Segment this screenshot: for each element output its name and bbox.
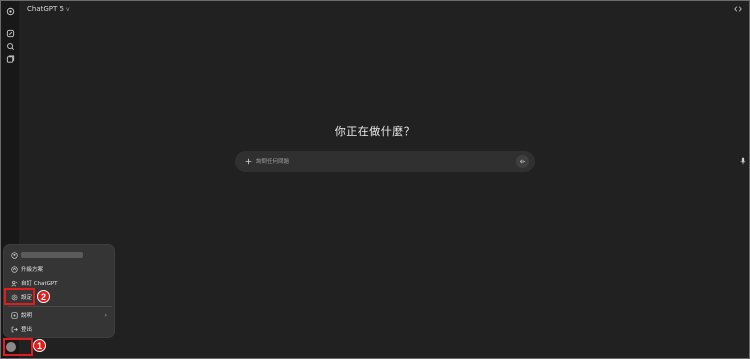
composer xyxy=(235,151,746,172)
user-circle-icon xyxy=(10,251,18,259)
model-label: ChatGPT 5 xyxy=(27,5,64,13)
menu-divider xyxy=(8,306,112,307)
customize-icon xyxy=(10,279,18,287)
openai-logo-icon[interactable] xyxy=(4,5,16,17)
prompt-input[interactable] xyxy=(256,157,436,166)
help-icon xyxy=(10,311,18,319)
redacted-email xyxy=(21,252,83,258)
code-icon[interactable] xyxy=(733,4,743,14)
help-item[interactable]: 說明 › xyxy=(8,309,112,321)
new-chat-icon[interactable] xyxy=(4,27,16,39)
plus-icon[interactable] xyxy=(242,155,254,167)
model-selector[interactable]: ChatGPT 5 v xyxy=(27,5,70,13)
logout-item[interactable]: 登出 xyxy=(8,323,112,335)
logout-label: 登出 xyxy=(21,327,33,333)
account-email-item xyxy=(8,249,112,261)
upgrade-icon xyxy=(10,265,18,273)
library-icon[interactable] xyxy=(4,53,16,65)
page-title: 你正在做什麼？ xyxy=(334,125,416,138)
search-icon[interactable] xyxy=(4,40,16,52)
settings-highlight-box xyxy=(4,288,35,305)
help-label: 說明 xyxy=(21,313,33,319)
upgrade-plan-item[interactable]: 升級方案 xyxy=(8,263,112,275)
chevron-down-icon: v xyxy=(65,5,70,13)
step-2-badge: 2 xyxy=(37,290,50,303)
avatar-highlight-box xyxy=(3,338,33,356)
upgrade-plan-label: 升級方案 xyxy=(21,267,44,273)
logout-icon xyxy=(10,325,18,333)
step-1-badge: 1 xyxy=(33,339,46,352)
microphone-icon[interactable] xyxy=(737,155,749,167)
customize-chatgpt-label: 自訂 ChatGPT xyxy=(21,281,58,287)
chevron-right-icon: › xyxy=(104,311,107,319)
voice-mode-icon[interactable] xyxy=(516,155,529,168)
